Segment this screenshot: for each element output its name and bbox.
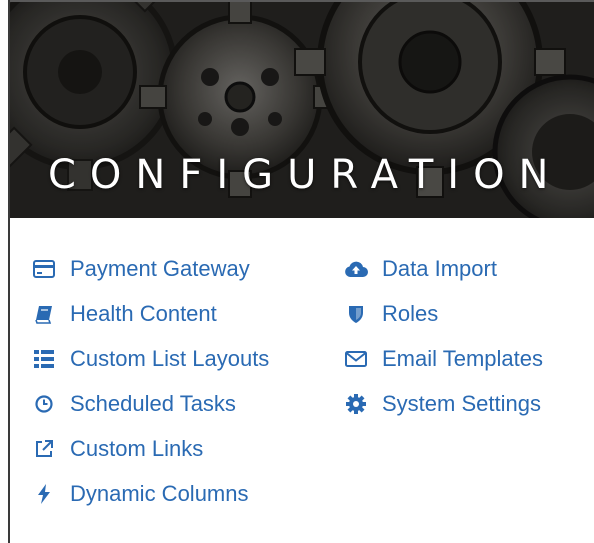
links-column-left: Payment Gateway Health Content Custom Li…: [32, 246, 269, 516]
dynamic-columns-link[interactable]: Dynamic Columns: [32, 471, 269, 516]
custom-list-layouts-label: Custom List Layouts: [70, 345, 270, 371]
scheduled-tasks-link[interactable]: Scheduled Tasks: [32, 381, 269, 426]
envelope-icon: [344, 347, 368, 371]
data-import-link[interactable]: Data Import: [344, 246, 543, 291]
list-icon: [32, 347, 56, 371]
book-icon: [32, 302, 56, 326]
clock-icon: [32, 392, 56, 416]
configuration-banner: CONFIGURATION: [10, 0, 594, 218]
data-import-label: Data Import: [382, 255, 497, 281]
custom-list-layouts-link[interactable]: Custom List Layouts: [32, 336, 269, 381]
cloud-upload-icon: [344, 257, 368, 281]
roles-label: Roles: [382, 300, 439, 326]
system-settings-link[interactable]: System Settings: [344, 381, 543, 426]
email-templates-link[interactable]: Email Templates: [344, 336, 543, 381]
custom-links-link[interactable]: Custom Links: [32, 426, 269, 471]
external-link-icon: [32, 437, 56, 461]
dynamic-columns-label: Dynamic Columns: [70, 480, 249, 506]
gear-icon: [344, 392, 368, 416]
system-settings-label: System Settings: [382, 390, 541, 416]
custom-links-label: Custom Links: [70, 435, 204, 461]
roles-link[interactable]: Roles: [344, 291, 543, 336]
health-content-link[interactable]: Health Content: [32, 291, 269, 336]
payment-gateway-label: Payment Gateway: [70, 255, 250, 281]
email-templates-label: Email Templates: [382, 345, 543, 371]
scheduled-tasks-label: Scheduled Tasks: [70, 390, 236, 416]
bolt-icon: [32, 482, 56, 506]
health-content-label: Health Content: [70, 300, 217, 326]
page-title: CONFIGURATION: [48, 152, 563, 198]
credit-card-icon: [32, 257, 56, 281]
configuration-panel: CONFIGURATION Payment Gateway Health Con…: [8, 0, 594, 543]
shield-icon: [344, 302, 368, 326]
payment-gateway-link[interactable]: Payment Gateway: [32, 246, 269, 291]
links-column-right: Data Import Roles Email Templates System…: [344, 246, 543, 426]
